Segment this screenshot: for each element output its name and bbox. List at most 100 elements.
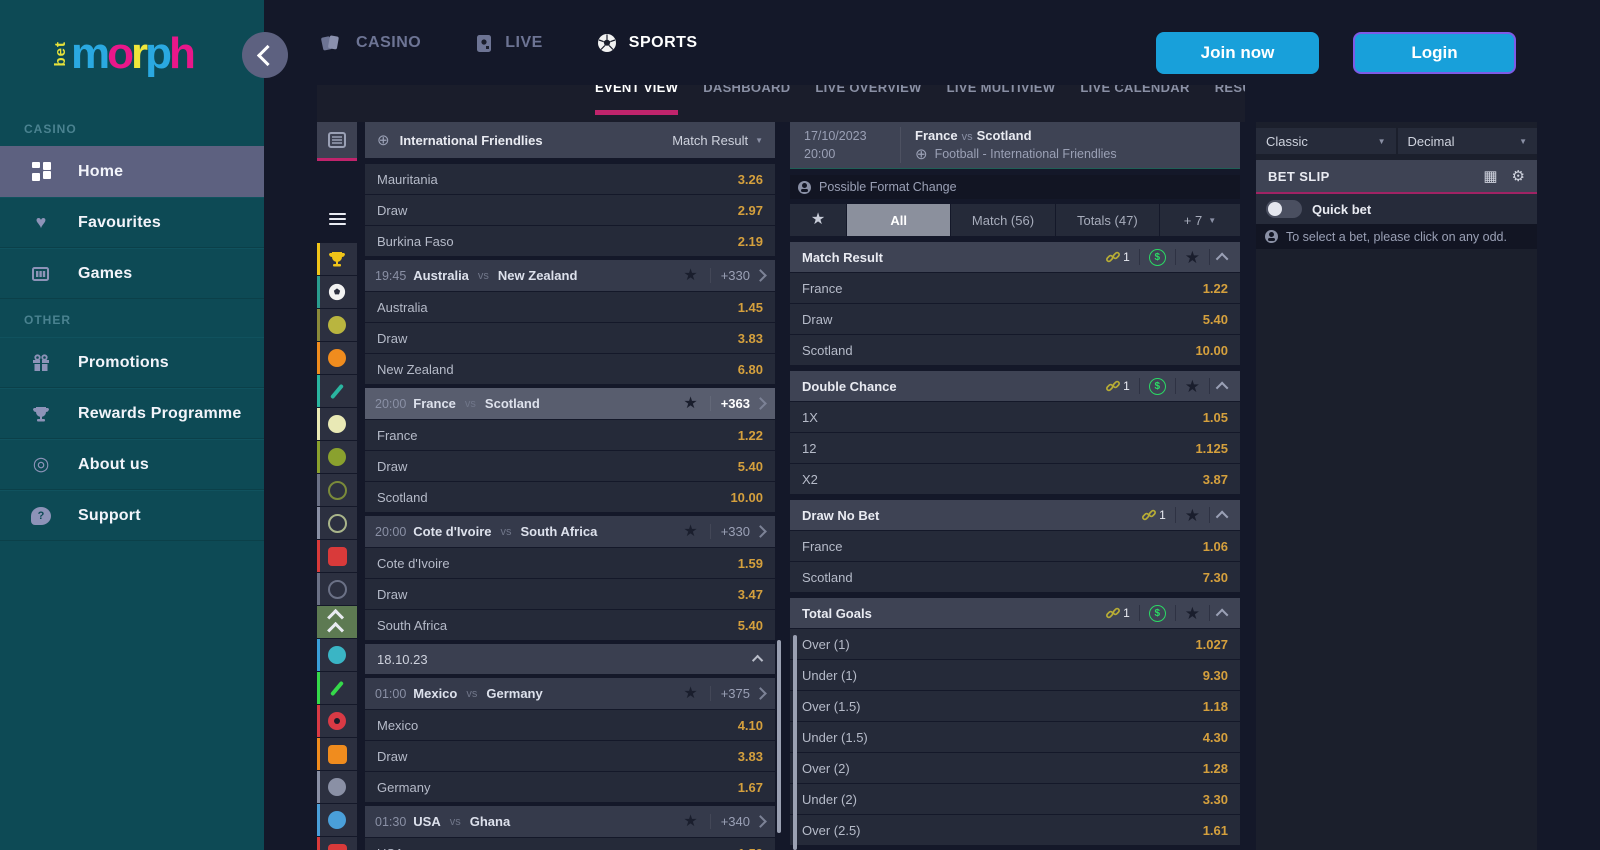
sidebar-item-promotions[interactable]: Promotions	[0, 337, 264, 388]
chevron-right-icon[interactable]	[754, 525, 767, 538]
odds-row[interactable]: Scotland7.30	[790, 562, 1240, 592]
sidebar-item-about-us[interactable]: ◎About us	[0, 439, 264, 490]
sidebar-collapse-button[interactable]	[242, 32, 288, 78]
collapse-chevron-icon[interactable]	[1216, 381, 1229, 394]
odds-row[interactable]: Cote d'Ivoire1.59	[365, 548, 775, 578]
match-header-row[interactable]: 01:30USAvsGhana★+340	[365, 806, 775, 837]
collapse-chevron-icon[interactable]	[1216, 252, 1229, 265]
match-header-row[interactable]: 20:00FrancevsScotland★+363	[365, 388, 775, 419]
rail-rugby-union-icon[interactable]	[317, 507, 357, 539]
sidebar-item-favourites[interactable]: ♥Favourites	[0, 197, 264, 248]
sidebar-item-rewards-programme[interactable]: Rewards Programme	[0, 388, 264, 439]
odds-row[interactable]: Draw3.83	[365, 741, 775, 771]
brand-logo[interactable]: bet morph	[0, 0, 264, 108]
rail-top-leagues-trophy-icon[interactable]	[317, 243, 357, 275]
odds-row[interactable]: Mauritania3.26	[365, 164, 775, 194]
odds-row[interactable]: Scotland10.00	[790, 335, 1240, 365]
favourite-star-icon[interactable]: ★	[683, 686, 697, 702]
sidebar-item-support[interactable]: ?Support	[0, 490, 264, 541]
sidebar-item-games[interactable]: Games	[0, 248, 264, 299]
match-header-row[interactable]: 19:45AustraliavsNew Zealand★+330	[365, 260, 775, 291]
rail-basketball-icon[interactable]	[317, 342, 357, 374]
topnav-item-sports[interactable]: SPORTS	[597, 33, 698, 53]
odds-row[interactable]: X23.87	[790, 464, 1240, 494]
odds-row[interactable]: Draw5.40	[790, 304, 1240, 334]
rail-coupon-icon[interactable]	[317, 122, 357, 161]
match-header-row[interactable]: 20:00Cote d'IvoirevsSouth Africa★+330	[365, 516, 775, 547]
collapse-chevron-icon[interactable]	[1216, 510, 1229, 523]
filter-tab-all[interactable]: All	[847, 204, 950, 236]
odds-row[interactable]: Under (1.5)4.30	[790, 722, 1240, 752]
rail-cricket-icon[interactable]	[317, 672, 357, 704]
rail-racing-flag-icon[interactable]	[317, 837, 357, 850]
favourite-star-icon[interactable]: ★	[1185, 507, 1200, 524]
filter-tab-totals-47[interactable]: Totals (47)	[1056, 204, 1159, 236]
odds-row[interactable]: France1.22	[365, 420, 775, 450]
odds-row[interactable]: Over (1.5)1.18	[790, 691, 1240, 721]
odds-row[interactable]: Germany1.67	[365, 772, 775, 802]
odds-row[interactable]: Under (1)9.30	[790, 660, 1240, 690]
date-group-header[interactable]: 18.10.23	[365, 644, 775, 674]
topnav-item-live[interactable]: LIVE	[475, 33, 543, 53]
rail-baseball-icon[interactable]	[317, 639, 357, 671]
favourite-star-icon[interactable]: ★	[1185, 249, 1200, 266]
odds-row[interactable]: South Africa5.40	[365, 610, 775, 640]
rail-collapse-sports-icon[interactable]	[317, 606, 357, 638]
odds-format-dropdown[interactable]: Decimal ▼	[1398, 128, 1538, 154]
favourite-star-icon[interactable]: ★	[1185, 605, 1200, 622]
favourite-star-icon[interactable]: ★	[683, 396, 697, 412]
linked-bets[interactable]: 1	[1142, 508, 1166, 522]
odds-row[interactable]: Mexico4.10	[365, 710, 775, 740]
match-header-row[interactable]: 01:00MexicovsGermany★+375	[365, 678, 775, 709]
odds-row[interactable]: New Zealand6.80	[365, 354, 775, 384]
settings-gear-icon[interactable]: ⚙	[1512, 169, 1525, 184]
odds-row[interactable]: Draw2.97	[365, 195, 775, 225]
odds-row[interactable]: Over (1)1.027	[790, 629, 1240, 659]
odds-row[interactable]: Scotland10.00	[365, 482, 775, 512]
market-selector-dropdown[interactable]: Match Result ▼	[672, 133, 763, 148]
chevron-right-icon[interactable]	[754, 687, 767, 700]
odds-row[interactable]: France1.06	[790, 531, 1240, 561]
odds-row[interactable]: Draw3.47	[365, 579, 775, 609]
topnav-item-casino[interactable]: CASINO	[320, 33, 421, 53]
filter-tab-match-56[interactable]: Match (56)	[951, 204, 1054, 236]
favourites-filter-tab[interactable]: ★	[790, 204, 846, 236]
odds-row[interactable]: USA1.59	[365, 838, 775, 850]
favourite-star-icon[interactable]: ★	[683, 524, 697, 540]
odds-row[interactable]: Burkina Faso2.19	[365, 226, 775, 256]
rail-horse-racing-icon[interactable]	[317, 573, 357, 605]
odds-row[interactable]: Australia1.45	[365, 292, 775, 322]
rail-football-icon[interactable]	[317, 276, 357, 308]
calculator-icon[interactable]: ▦	[1483, 169, 1497, 184]
favourite-star-icon[interactable]: ★	[1185, 378, 1200, 395]
join-now-button[interactable]: Join now	[1156, 32, 1319, 74]
rail-table-tennis-icon[interactable]	[317, 441, 357, 473]
odds-row[interactable]: 121.125	[790, 433, 1240, 463]
rail-boxing-icon[interactable]	[317, 738, 357, 770]
event-detail-scrollbar[interactable]	[793, 635, 797, 850]
rail-volleyball-icon[interactable]	[317, 408, 357, 440]
odds-row[interactable]: Over (2)1.28	[790, 753, 1240, 783]
rail-mma-icon[interactable]	[317, 771, 357, 803]
odds-row[interactable]: 1X1.05	[790, 402, 1240, 432]
event-list-scrollbar[interactable]	[777, 640, 781, 833]
rail-whistle-icon[interactable]	[317, 375, 357, 407]
chevron-right-icon[interactable]	[754, 269, 767, 282]
odds-row[interactable]: France1.22	[790, 273, 1240, 303]
odds-row[interactable]: Over (2.5)1.61	[790, 815, 1240, 845]
betslip-view-dropdown[interactable]: Classic ▼	[1256, 128, 1396, 154]
rail-menu-icon[interactable]	[317, 203, 357, 235]
odds-row[interactable]: Draw5.40	[365, 451, 775, 481]
rail-motorsport-icon[interactable]	[317, 540, 357, 572]
rail-rugby-ball-icon[interactable]	[317, 804, 357, 836]
sidebar-item-home[interactable]: Home	[0, 146, 264, 197]
chevron-right-icon[interactable]	[754, 815, 767, 828]
odds-row[interactable]: Draw3.83	[365, 323, 775, 353]
favourite-star-icon[interactable]: ★	[683, 814, 697, 830]
filter-tab-7[interactable]: + 7▼	[1160, 204, 1240, 236]
collapse-chevron-icon[interactable]	[1216, 608, 1229, 621]
linked-bets[interactable]: 1	[1106, 379, 1130, 393]
rail-darts-icon[interactable]	[317, 705, 357, 737]
rail-rugby-icon[interactable]	[317, 474, 357, 506]
quick-bet-toggle[interactable]	[1266, 200, 1302, 218]
